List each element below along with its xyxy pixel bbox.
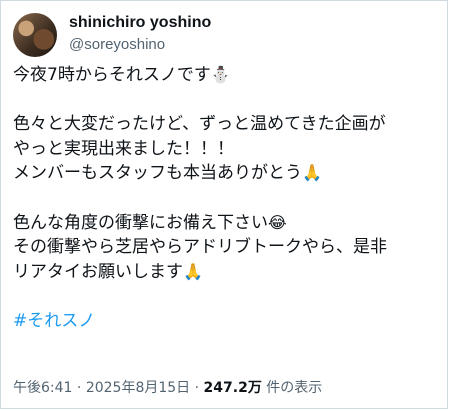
tears-of-joy-emoji-icon: 😂 [268,212,287,232]
tweet-line: その衝撃やら芝居やらアドリブトークやら、是非 [13,237,387,258]
tweet-header: shinichiro yoshino @soreyoshino [13,11,435,57]
tweet-card: shinichiro yoshino @soreyoshino 今夜7時からそれ… [0,0,448,409]
tweet-line: 色んな角度の衝撃にお備え下さい😂 [13,211,437,236]
tweet-line: やっと実現出来ました！！！ [13,138,234,159]
tweet-text: 今夜7時からそれスノです⛄ 色々と大変だったけど、ずっと温めてきた企画が やっと… [13,63,437,334]
tweet-line: メンバーもスタッフも本当ありがとう🙏 [13,161,437,186]
avatar[interactable] [13,13,57,57]
hashtag-link[interactable]: #それスノ [13,311,95,331]
folded-hands-emoji-icon: 🙏 [302,163,322,183]
tweet-time-link[interactable]: 午後6:41 [13,380,72,396]
tweet-meta: 午後6:41 · 2025年8月15日 · 247.2万 件の表示 [13,378,322,398]
author-display-name[interactable]: shinichiro yoshino [69,13,211,33]
view-count: 247.2万 [203,380,262,396]
tweet-line-text: 今夜7時からそれスノです [13,65,211,85]
snowman-emoji-icon: ⛄ [210,65,231,84]
tweet-line-text: メンバーもスタッフも本当ありがとう [13,163,302,184]
author-handle[interactable]: @soreyoshino [69,35,211,55]
tweet-line-text: 色んな角度の衝撃にお備え下さい [13,212,268,233]
tweet-date-link[interactable]: 2025年8月15日 [86,380,190,396]
view-count-label: 件の表示 [261,380,323,396]
author-names: shinichiro yoshino @soreyoshino [69,13,211,55]
meta-separator: · [190,380,204,396]
tweet-line: リアタイお願いします🙏 [13,260,437,285]
meta-separator: · [72,380,86,396]
tweet-line: 色々と大変だったけど、ずっと温めてきた企画が [13,114,386,135]
tweet-line-text: リアタイお願いします [13,261,183,282]
tweet-line: #それスノ [13,309,437,334]
tweet-line: 今夜7時からそれスノです⛄ [13,63,437,88]
folded-hands-emoji-icon: 🙏 [183,261,203,281]
